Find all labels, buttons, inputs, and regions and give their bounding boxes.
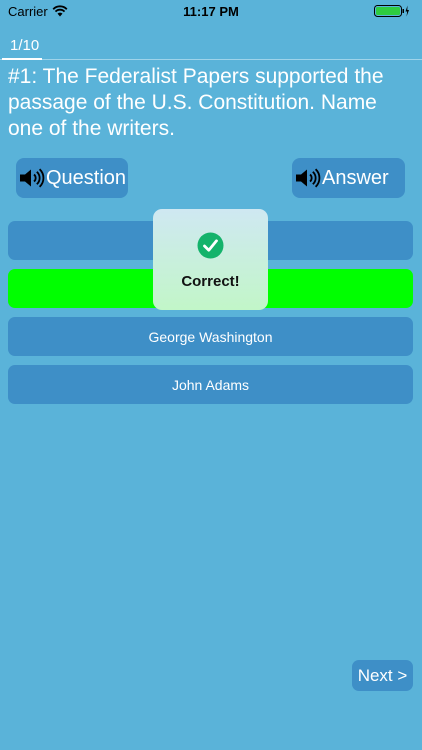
play-question-label: Question xyxy=(46,166,127,189)
status-bar: Carrier 11:17 PM xyxy=(0,0,422,22)
progress-indicator xyxy=(2,58,42,60)
answer-option-4[interactable]: John Adams xyxy=(8,365,413,404)
question-text: #1: The Federalist Papers supported the … xyxy=(8,65,384,140)
play-question-button[interactable]: Question xyxy=(16,158,128,198)
speaker-icon xyxy=(296,168,321,188)
clock-label: 11:17 PM xyxy=(183,4,239,19)
question-progress: 1/10 xyxy=(10,37,40,54)
speaker-icon xyxy=(20,168,45,188)
play-answer-button[interactable]: Answer xyxy=(292,158,405,198)
play-answer-label: Answer xyxy=(322,166,389,189)
feedback-label: Correct! xyxy=(181,273,240,290)
correct-feedback-popup: Correct! xyxy=(153,209,268,310)
answer-option-3[interactable]: George Washington xyxy=(8,317,413,356)
checkmark-icon xyxy=(197,232,224,259)
next-button[interactable]: Next > xyxy=(352,660,413,691)
battery-icon xyxy=(374,5,409,17)
progress-divider xyxy=(0,59,422,60)
